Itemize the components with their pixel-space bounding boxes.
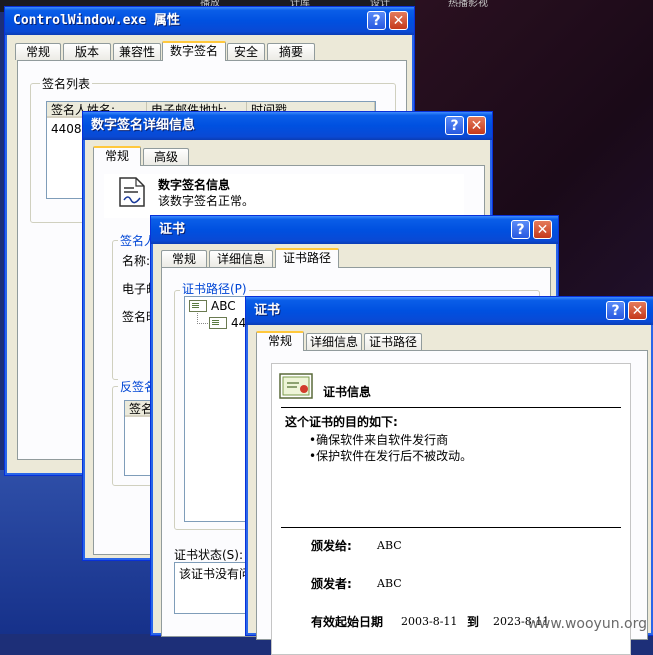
- tab-summary[interactable]: 摘要: [267, 43, 315, 60]
- certificate-title: 证书: [246, 297, 653, 325]
- purpose-title: 这个证书的目的如下:: [285, 415, 398, 429]
- properties-tabs: 常规 版本 兼容性 数字签名 安全 摘要: [15, 41, 315, 61]
- close-button[interactable]: ✕: [533, 220, 552, 239]
- purpose-item: •确保软件来自软件发行商: [309, 433, 449, 447]
- certificate-info-title: 证书信息: [323, 385, 372, 399]
- watermark: www.wooyun.org: [527, 616, 647, 632]
- certificate-title: 证书: [151, 216, 558, 244]
- help-button[interactable]: ?: [445, 116, 464, 135]
- valid-from-label: 有效起始日期: [311, 615, 384, 629]
- tab-details[interactable]: 详细信息: [306, 333, 362, 350]
- tab-general[interactable]: 常规: [93, 146, 141, 166]
- certificate-tabs: 常规 详细信息 证书路径: [256, 331, 436, 351]
- status-text: 该证书没有问: [179, 567, 252, 581]
- close-button[interactable]: ✕: [389, 11, 408, 30]
- valid-to-label: 到: [467, 615, 480, 629]
- help-button[interactable]: ?: [367, 11, 386, 30]
- tab-certification-path[interactable]: 证书路径: [364, 333, 422, 350]
- details-tabs: 常规 高级: [93, 146, 193, 166]
- properties-title: ControlWindow.exe 属性: [5, 7, 414, 35]
- help-button[interactable]: ?: [511, 220, 530, 239]
- issued-by-value: ABC: [377, 577, 402, 590]
- tab-general[interactable]: 常规: [256, 331, 304, 351]
- tab-certification-path[interactable]: 证书路径: [275, 248, 339, 268]
- certificate-general-window: 证书 ? ✕ 常规 详细信息 证书路径 证书信息 这个证书的目的如下: •确保软…: [245, 296, 653, 655]
- signature-document-icon: [119, 177, 145, 207]
- path-label: 证书路径(P): [180, 280, 249, 297]
- issued-by-label: 颁发者:: [311, 577, 352, 591]
- signature-list-label: 签名列表: [40, 75, 93, 92]
- desktop-top-item: 热播影视: [448, 0, 488, 8]
- info-title: 数字签名信息: [158, 178, 231, 192]
- signature-details-title: 数字签名详细信息: [83, 112, 492, 140]
- tab-security[interactable]: 安全: [227, 43, 265, 60]
- divider: [281, 527, 621, 528]
- close-button[interactable]: ✕: [628, 301, 647, 320]
- tab-compatibility[interactable]: 兼容性: [113, 43, 161, 60]
- certificate-general-panel: 证书信息 这个证书的目的如下: •确保软件来自软件发行商 •保护软件在发行后不被…: [256, 350, 648, 655]
- tab-details[interactable]: 详细信息: [209, 250, 273, 267]
- tab-digital-signature[interactable]: 数字签名: [162, 41, 226, 61]
- valid-from-value: 2003-8-11: [401, 615, 458, 628]
- info-text: 该数字签名正常。: [158, 194, 255, 208]
- tree-connector: [197, 313, 208, 324]
- issued-to-value: ABC: [377, 539, 402, 552]
- issued-to-label: 颁发给:: [311, 539, 352, 553]
- certificate-icon: [189, 300, 207, 312]
- field-name-label: 名称:: [122, 254, 151, 268]
- tab-general[interactable]: 常规: [161, 250, 207, 267]
- tree-root[interactable]: ABC: [211, 299, 236, 313]
- purpose-item: •保护软件在发行后不被改动。: [309, 449, 473, 463]
- certificate-tabs: 常规 详细信息 证书路径: [161, 248, 341, 268]
- status-label: 证书状态(S):: [174, 548, 244, 562]
- tab-advanced[interactable]: 高级: [143, 148, 189, 165]
- divider: [281, 407, 621, 408]
- close-button[interactable]: ✕: [467, 116, 486, 135]
- tab-general[interactable]: 常规: [15, 43, 61, 60]
- tab-version[interactable]: 版本: [63, 43, 111, 60]
- certificate-icon: [209, 317, 227, 329]
- certificate-icon: [279, 373, 313, 399]
- help-button[interactable]: ?: [606, 301, 625, 320]
